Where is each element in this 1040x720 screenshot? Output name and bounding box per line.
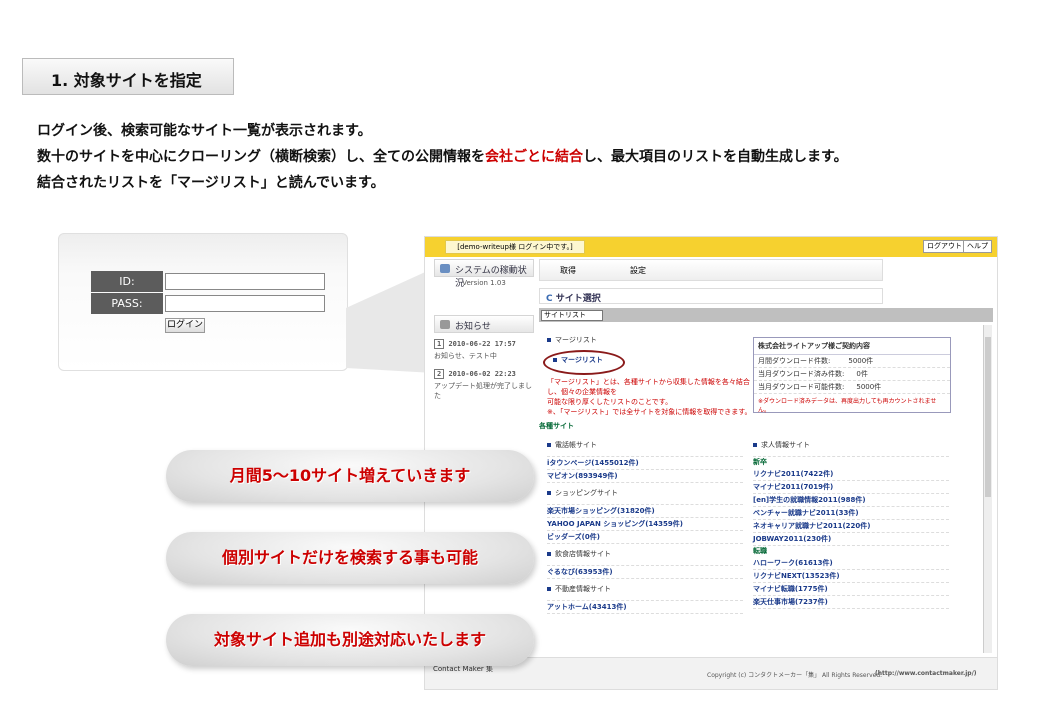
site-item[interactable]: JOBWAY2011(230件) bbox=[753, 533, 949, 546]
site-item[interactable]: ベンチャー就職ナビ2011(33件) bbox=[753, 507, 949, 520]
intro-line-1: ログイン後、検索可能なサイト一覧が表示されます。 bbox=[37, 123, 372, 139]
scrollbar[interactable] bbox=[983, 325, 992, 653]
pass-label: PASS: bbox=[91, 293, 163, 314]
intro-line-2: 数十のサイトを中心にクローリング（横断検索）し、全ての公開情報を会社ごとに結合し… bbox=[37, 144, 848, 170]
list-toolbar bbox=[539, 308, 993, 322]
site-item[interactable]: iタウンページ(1455012件) bbox=[547, 457, 743, 470]
sites-title: 各種サイト bbox=[539, 422, 574, 430]
highlight-circle bbox=[543, 350, 625, 375]
intro-text: ログイン後、検索可能なサイト一覧が表示されます。 数十のサイトを中心にクローリン… bbox=[37, 118, 848, 196]
pass-input[interactable] bbox=[165, 295, 325, 312]
intro-line-2-b: し、最大項目のリストを自動生成します。 bbox=[583, 149, 848, 165]
site-item[interactable]: アットホーム(43413件) bbox=[547, 601, 743, 614]
tab-get[interactable]: 取得 bbox=[560, 265, 576, 276]
news-date-2: 2 2010-06-02 22:23 bbox=[434, 367, 534, 379]
site-item[interactable]: ハローワーク(61613件) bbox=[753, 557, 949, 570]
site-item[interactable]: リクナビNEXT(13523件) bbox=[753, 570, 949, 583]
news-text-1[interactable]: お知らせ、テスト中 bbox=[434, 349, 534, 367]
callout-2: 個別サイトだけを検索する事も可能 bbox=[166, 532, 534, 584]
site-item[interactable]: マイナビ2011(7019件) bbox=[753, 481, 949, 494]
id-label: ID: bbox=[91, 271, 163, 292]
site-item[interactable]: ネオキャリア就職ナビ2011(220件) bbox=[753, 520, 949, 533]
right-site-groups: 求人情報サイト 新卒 リクナビ2011(7422件) マイナビ2011(7019… bbox=[753, 435, 949, 609]
site-item[interactable]: YAHOO JAPAN ショッピング(14359件) bbox=[547, 518, 743, 531]
site-item[interactable]: マピオン(893949件) bbox=[547, 470, 743, 483]
group-newgrad: 新卒 bbox=[753, 458, 767, 466]
group-career: 転職 bbox=[753, 547, 767, 555]
news-header: お知らせ bbox=[434, 315, 534, 333]
user-tag: [demo-writeup様 ログイン中です。] bbox=[445, 240, 585, 254]
logout-button[interactable]: ログアウト bbox=[923, 240, 966, 253]
group-phone: 電話帳サイト bbox=[547, 435, 743, 457]
login-panel: ID: PASS: ログイン bbox=[58, 233, 348, 371]
monitor-icon bbox=[440, 264, 450, 273]
site-list-select[interactable]: サイトリスト bbox=[541, 310, 603, 321]
news-text-2[interactable]: アップデート処理が完了しました bbox=[434, 379, 534, 403]
site-item[interactable]: マイナビ転職(1775件) bbox=[753, 583, 949, 596]
merge-note: 「マージリスト」とは、各種サイトから収集した情報を各々結合し、個々の企業情報を可… bbox=[547, 378, 752, 416]
site-select-title: C サイト選択 bbox=[539, 288, 883, 304]
nav-bar: 取得 設定 bbox=[539, 259, 883, 281]
top-bar: [demo-writeup様 ログイン中です。] ログアウト ヘルプ bbox=[425, 237, 997, 257]
version: Version 1.03 bbox=[462, 279, 506, 287]
site-item[interactable]: リクナビ2011(7422件) bbox=[753, 468, 949, 481]
contract-box: 株式会社ライトアップ様ご契約内容 月間ダウンロード件数: 5000件 当月ダウンロ… bbox=[753, 337, 951, 414]
footer-url[interactable]: (http://www.contactmaker.jp/) bbox=[875, 670, 977, 677]
footer-copyright: Copyright (c) コンタクトメーカー「集」 All Rights Re… bbox=[707, 672, 883, 679]
callout-3: 対象サイト追加も別途対応いたします bbox=[166, 614, 534, 666]
news-date-1: 1 2010-06-22 17:57 bbox=[434, 337, 534, 349]
site-item[interactable]: 楽天市場ショッピング(31820件) bbox=[547, 505, 743, 518]
site-item[interactable]: ビッダーズ(0件) bbox=[547, 531, 743, 544]
site-item[interactable]: ぐるなび(63953件) bbox=[547, 566, 743, 579]
intro-line-3: 結合されたリストを「マージリスト」と読んでいます。 bbox=[37, 175, 385, 191]
status-header: システムの稼動状況 bbox=[434, 259, 534, 289]
site-item[interactable]: [en]学生の就職情報2011(988件) bbox=[753, 494, 949, 507]
intro-highlight: 会社ごとに結合 bbox=[485, 149, 583, 165]
id-input[interactable] bbox=[165, 273, 325, 290]
left-site-groups: 電話帳サイト iタウンページ(1455012件) マピオン(893949件) シ… bbox=[547, 435, 743, 614]
tab-settings[interactable]: 設定 bbox=[630, 265, 646, 276]
group-jobs: 求人情報サイト bbox=[753, 435, 949, 457]
site-item[interactable]: 楽天仕事市場(7237件) bbox=[753, 596, 949, 609]
help-button[interactable]: ヘルプ bbox=[963, 240, 992, 253]
news-icon bbox=[440, 320, 450, 329]
group-shopping: ショッピングサイト bbox=[547, 483, 743, 505]
merge-header: マージリスト bbox=[547, 335, 597, 345]
group-restaurant: 飲食店情報サイト bbox=[547, 544, 743, 566]
login-button[interactable]: ログイン bbox=[165, 318, 205, 333]
group-realestate: 不動産情報サイト bbox=[547, 579, 743, 601]
intro-line-2-a: 数十のサイトを中心にクローリング（横断検索）し、全ての公開情報を bbox=[37, 149, 485, 165]
callout-1: 月間5～10サイト増えていきます bbox=[166, 450, 534, 502]
step-title: 1. 対象サイトを指定 bbox=[22, 58, 234, 95]
